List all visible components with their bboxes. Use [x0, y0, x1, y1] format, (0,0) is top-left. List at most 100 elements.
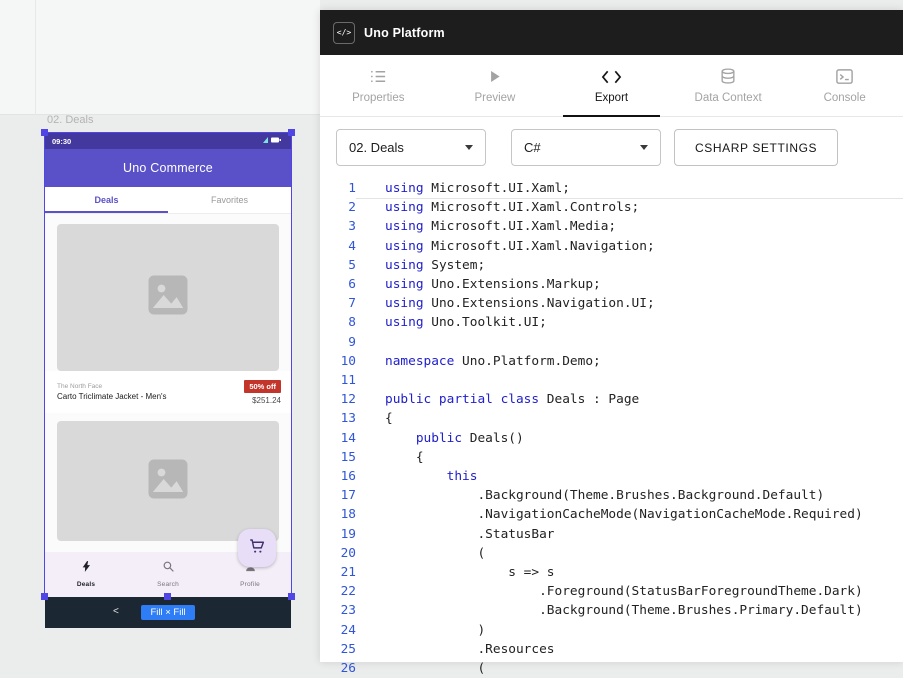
list-icon — [369, 67, 388, 86]
product-image-placeholder — [57, 421, 279, 541]
line-text: using System; — [356, 256, 903, 275]
line-number: 11 — [320, 371, 356, 390]
product-info-row[interactable]: The North Face Carto Triclimate Jacket -… — [45, 371, 291, 413]
tab-data-context[interactable]: Data Context — [670, 55, 787, 116]
line-number: 18 — [320, 505, 356, 524]
line-number: 1 — [320, 179, 356, 198]
code-line: 19 .StatusBar — [320, 525, 903, 544]
line-text: this — [356, 467, 903, 486]
chevron-down-icon — [465, 145, 473, 150]
language-dropdown-value: C# — [524, 140, 541, 155]
line-text: .Background(Theme.Brushes.Background.Def… — [356, 486, 903, 505]
code-line: 6using Uno.Extensions.Markup; — [320, 275, 903, 294]
fill-size-badge[interactable]: Fill × Fill — [141, 605, 194, 620]
code-line: 18 .NavigationCacheMode(NavigationCacheM… — [320, 505, 903, 524]
language-dropdown[interactable]: C# — [511, 129, 661, 166]
line-text: public partial class Deals : Page — [356, 390, 903, 409]
line-number: 25 — [320, 640, 356, 659]
collapse-chevron-icon[interactable]: < — [113, 606, 119, 618]
tab-label: Properties — [352, 92, 404, 104]
console-icon — [835, 67, 854, 86]
code-line: 9 — [320, 333, 903, 352]
code-line: 25 .Resources — [320, 640, 903, 659]
code-line: 10namespace Uno.Platform.Demo; — [320, 352, 903, 371]
cart-icon — [248, 537, 266, 560]
line-number: 2 — [320, 198, 356, 217]
canvas-divider — [35, 0, 36, 115]
selection-handle[interactable] — [41, 593, 48, 600]
nav-label: Search — [157, 581, 179, 588]
artboard-phone[interactable]: 09:30 Uno Commerce DealsFavorites The No… — [45, 133, 291, 628]
code-editor[interactable]: 1using Microsoft.UI.Xaml;2using Microsof… — [320, 179, 903, 678]
line-text: ) — [356, 621, 903, 640]
code-line: 16 this — [320, 467, 903, 486]
selection-handle[interactable] — [164, 593, 171, 600]
tab-label: Preview — [474, 92, 515, 104]
code-line: 2using Microsoft.UI.Xaml.Controls; — [320, 198, 903, 217]
canvas-top-band — [0, 0, 320, 115]
nav-item-deals[interactable]: Deals — [45, 557, 127, 597]
line-number: 17 — [320, 486, 356, 505]
line-number: 24 — [320, 621, 356, 640]
artboard-label[interactable]: 02. Deals — [47, 114, 93, 126]
line-text: .StatusBar — [356, 525, 903, 544]
resize-toolbar[interactable]: < Fill × Fill — [45, 597, 291, 628]
tab-console[interactable]: Console — [786, 55, 903, 116]
code-line: 22 .Foreground(StatusBarForegroundTheme.… — [320, 582, 903, 601]
product-brand: The North Face — [57, 383, 167, 390]
chevron-down-icon — [640, 145, 648, 150]
csharp-settings-button[interactable]: CSHARP SETTINGS — [674, 129, 838, 166]
app-title: Uno Commerce — [123, 161, 213, 175]
nav-item-search[interactable]: Search — [127, 557, 209, 597]
line-number: 9 — [320, 333, 356, 352]
product-image-placeholder — [57, 224, 279, 371]
line-text: using Uno.Extensions.Markup; — [356, 275, 903, 294]
cart-fab[interactable] — [238, 529, 276, 567]
code-line: 1using Microsoft.UI.Xaml; — [320, 179, 903, 198]
phone-tab-deals[interactable]: Deals — [45, 187, 168, 213]
line-text: ( — [356, 544, 903, 563]
line-number: 19 — [320, 525, 356, 544]
line-number: 16 — [320, 467, 356, 486]
line-text: public Deals() — [356, 429, 903, 448]
selection-handle[interactable] — [288, 593, 295, 600]
line-text: using Microsoft.UI.Xaml.Controls; — [356, 198, 903, 217]
line-number: 21 — [320, 563, 356, 582]
code-line: 7using Uno.Extensions.Navigation.UI; — [320, 294, 903, 313]
line-text: using Microsoft.UI.Xaml.Media; — [356, 217, 903, 236]
selection-handle[interactable] — [41, 129, 48, 136]
code-line: 11 — [320, 371, 903, 390]
tab-preview[interactable]: Preview — [437, 55, 554, 116]
code-line: 23 .Background(Theme.Brushes.Primary.Def… — [320, 601, 903, 620]
line-text: using Microsoft.UI.Xaml.Navigation; — [356, 237, 903, 256]
code-line: 14 public Deals() — [320, 429, 903, 448]
line-number: 20 — [320, 544, 356, 563]
line-number: 4 — [320, 237, 356, 256]
line-text: using Uno.Toolkit.UI; — [356, 313, 903, 332]
page-dropdown[interactable]: 02. Deals — [336, 129, 486, 166]
export-controls: 02. Deals C# CSHARP SETTINGS — [320, 117, 903, 179]
line-text: namespace Uno.Platform.Demo; — [356, 352, 903, 371]
code-line: 24 ) — [320, 621, 903, 640]
code-line: 3using Microsoft.UI.Xaml.Media; — [320, 217, 903, 236]
product-price: $251.24 — [252, 396, 281, 405]
line-number: 6 — [320, 275, 356, 294]
code-line: 8using Uno.Toolkit.UI; — [320, 313, 903, 332]
tab-label: Data Context — [695, 92, 762, 104]
tab-properties[interactable]: Properties — [320, 55, 437, 116]
line-number: 12 — [320, 390, 356, 409]
code-icon — [601, 67, 622, 86]
panel-tab-bar: Properties Preview Export Data Context Conso… — [320, 55, 903, 117]
line-text: .Resources — [356, 640, 903, 659]
line-text: s => s — [356, 563, 903, 582]
phone-mockup[interactable]: 09:30 Uno Commerce DealsFavorites The No… — [45, 133, 291, 597]
line-number: 8 — [320, 313, 356, 332]
selection-handle[interactable] — [288, 129, 295, 136]
phone-tab-favorites[interactable]: Favorites — [168, 187, 291, 213]
line-number: 23 — [320, 601, 356, 620]
nav-label: Deals — [77, 581, 95, 588]
tab-export[interactable]: Export — [553, 55, 670, 116]
panel-title: Uno Platform — [364, 26, 445, 40]
status-icons — [262, 136, 284, 146]
code-line: 20 ( — [320, 544, 903, 563]
